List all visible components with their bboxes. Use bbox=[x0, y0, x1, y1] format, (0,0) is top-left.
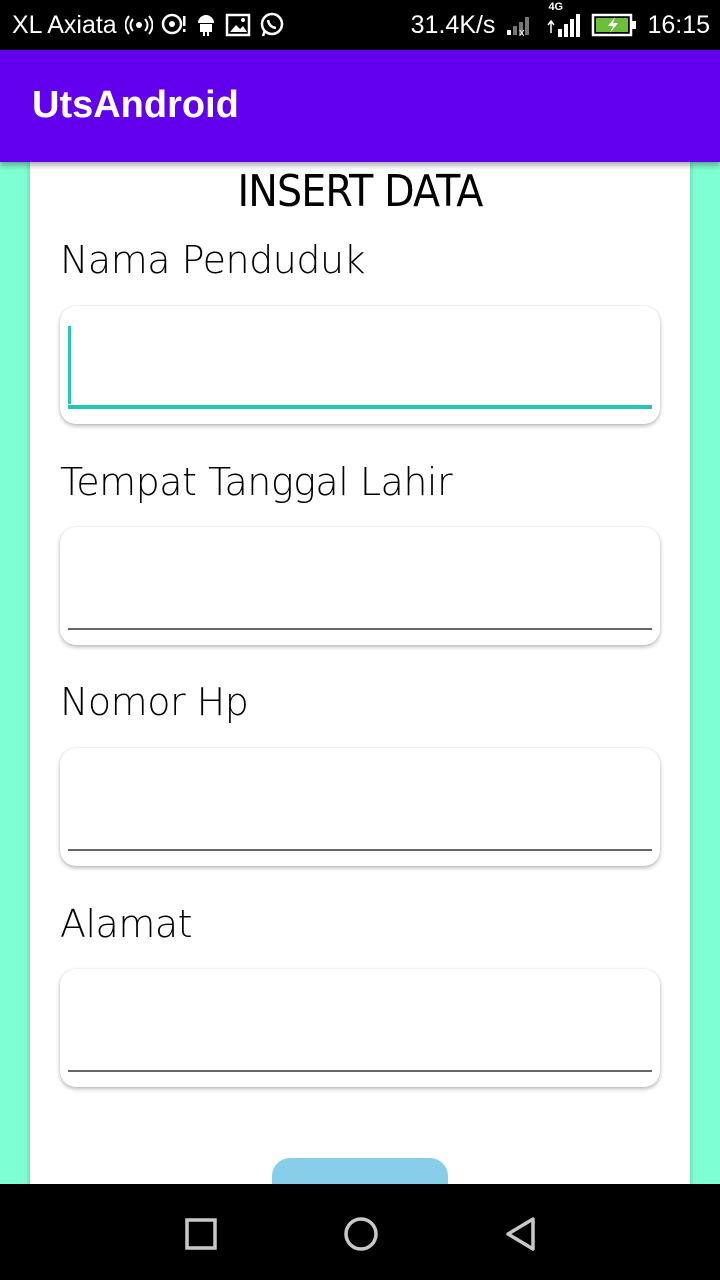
hotspot-icon bbox=[124, 14, 153, 36]
app-bar: UtsAndroid bbox=[0, 50, 720, 162]
nama-penduduk-label: Nama Penduduk bbox=[60, 238, 366, 282]
nomor-hp-box[interactable] bbox=[60, 748, 660, 866]
tempat-tanggal-lahir-input[interactable] bbox=[68, 588, 652, 630]
signal-4g-icon: 4G bbox=[545, 1, 581, 39]
image-icon bbox=[225, 13, 251, 37]
back-icon[interactable] bbox=[501, 1214, 541, 1254]
tempat-tanggal-lahir-label: Tempat Tanggal Lahir bbox=[60, 460, 453, 504]
alamat-input[interactable] bbox=[68, 1030, 652, 1072]
alamat-box[interactable] bbox=[60, 969, 660, 1087]
form-card: INSERT DATA Nama Penduduk Tempat Tanggal… bbox=[30, 162, 690, 1184]
submit-button[interactable] bbox=[272, 1158, 448, 1184]
alamat-label: Alamat bbox=[60, 902, 193, 946]
status-bar: XL Axiata 31.4K/s x 4G 16:15 bbox=[0, 0, 720, 50]
battery-charging-icon bbox=[591, 12, 637, 38]
nomor-hp-label: Nomor Hp bbox=[60, 680, 249, 724]
chat-icon bbox=[161, 13, 187, 37]
network-type: 4G bbox=[548, 1, 564, 13]
recent-apps-icon[interactable] bbox=[181, 1214, 221, 1254]
content-area[interactable]: INSERT DATA Nama Penduduk Tempat Tanggal… bbox=[0, 162, 720, 1184]
form-heading: INSERT DATA bbox=[237, 166, 484, 217]
signal-icon: x bbox=[505, 13, 535, 37]
app-title: UtsAndroid bbox=[32, 84, 239, 126]
clock: 16:15 bbox=[647, 10, 710, 39]
tempat-tanggal-lahir-box[interactable] bbox=[60, 527, 660, 645]
android-icon bbox=[195, 13, 217, 37]
nama-penduduk-input[interactable] bbox=[68, 365, 652, 409]
home-icon[interactable] bbox=[341, 1214, 381, 1254]
network-speed: 31.4K/s bbox=[410, 10, 496, 39]
navigation-bar bbox=[0, 1184, 720, 1280]
nama-penduduk-box[interactable] bbox=[60, 306, 660, 424]
carrier-name: XL Axiata bbox=[12, 10, 117, 39]
nomor-hp-input[interactable] bbox=[68, 809, 652, 851]
whatsapp-icon bbox=[259, 12, 285, 38]
svg-text:x: x bbox=[519, 27, 525, 37]
